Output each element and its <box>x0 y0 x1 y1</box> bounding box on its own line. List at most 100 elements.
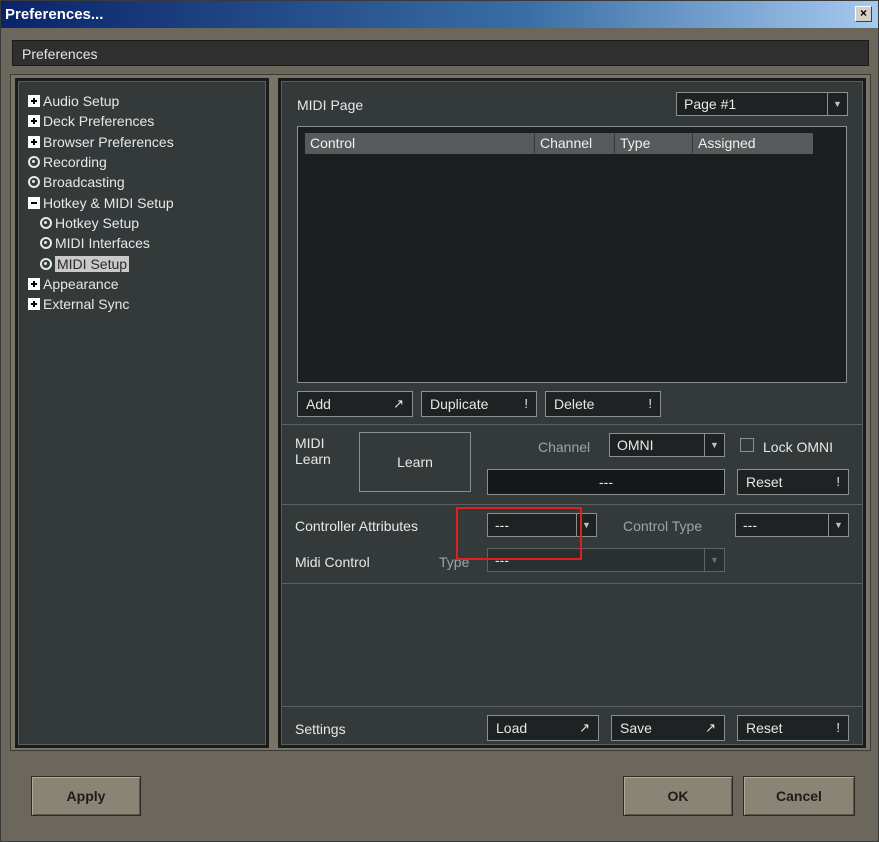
exclamation-icon: ! <box>648 396 652 411</box>
settings-reset-button[interactable]: Reset ! <box>737 715 849 741</box>
load-button-label: Load <box>496 720 528 736</box>
duplicate-button[interactable]: Duplicate ! <box>421 391 537 417</box>
lock-omni-checkbox[interactable] <box>740 438 754 452</box>
exclamation-icon: ! <box>524 396 528 411</box>
learn-value-display: --- <box>487 469 725 495</box>
tree-item-broadcasting[interactable]: Broadcasting <box>28 172 266 192</box>
tree-item-appearance[interactable]: Appearance <box>28 274 266 294</box>
header-bar: Preferences <box>12 40 869 66</box>
add-button-label: Add <box>306 396 331 412</box>
preferences-tree: Audio Setup Deck Preferences Browser Prefe… <box>15 78 269 748</box>
settings-reset-button-label: Reset <box>746 720 783 736</box>
tree-item-label: Broadcasting <box>43 174 125 191</box>
column-channel[interactable]: Channel <box>535 133 615 154</box>
midi-learn-label-line2: Learn <box>295 451 331 467</box>
duplicate-button-label: Duplicate <box>430 396 489 412</box>
settings-label: Settings <box>295 721 346 737</box>
tree-item-label: Browser Preferences <box>43 133 174 150</box>
type-select[interactable]: --- ▼ <box>487 548 725 572</box>
add-button[interactable]: Add ↗ <box>297 391 413 417</box>
channel-select[interactable]: OMNI ▼ <box>609 433 725 457</box>
control-type-value: --- <box>743 517 757 533</box>
tree-item-external-sync[interactable]: External Sync <box>28 294 266 314</box>
list-header: Control Channel Type Assigned <box>305 133 813 154</box>
midi-mapping-list[interactable]: Control Channel Type Assigned <box>297 126 847 383</box>
save-button-label: Save <box>620 720 652 736</box>
window-title: Preferences... <box>5 6 104 23</box>
lock-omni-label: Lock OMNI <box>763 439 834 455</box>
tree-item-deck-preferences[interactable]: Deck Preferences <box>28 111 266 131</box>
exclamation-icon: ! <box>836 474 840 489</box>
midi-learn-label-line1: MIDI <box>295 435 325 451</box>
column-assigned[interactable]: Assigned <box>693 133 813 154</box>
plus-icon[interactable] <box>28 135 40 148</box>
tree-item-label: Appearance <box>43 275 119 292</box>
tree-item-hotkey-midi-setup[interactable]: Hotkey & MIDI Setup <box>28 192 266 212</box>
chevron-down-icon: ▼ <box>827 93 847 115</box>
tree-item-label: Hotkey Setup <box>55 214 140 231</box>
tree-item-recording[interactable]: Recording <box>28 152 266 172</box>
plus-icon[interactable] <box>28 95 40 108</box>
type-select-value: --- <box>495 552 509 568</box>
arrow-up-right-icon: ↗ <box>393 396 404 411</box>
tree-item-label: Audio Setup <box>43 93 120 110</box>
plus-icon[interactable] <box>28 115 40 128</box>
controller-attributes-value: --- <box>495 517 509 533</box>
tree-item-label: Deck Preferences <box>43 113 155 130</box>
midi-learn-label: MIDI Learn <box>295 435 331 467</box>
tree-item-hotkey-setup[interactable]: Hotkey Setup <box>28 213 266 233</box>
control-type-label: Control Type <box>623 518 703 534</box>
learn-reset-button[interactable]: Reset ! <box>737 469 849 495</box>
tree-item-label: External Sync <box>43 296 130 313</box>
plus-icon[interactable] <box>28 298 40 311</box>
section-divider <box>281 706 863 707</box>
page-select-value: Page #1 <box>684 96 737 112</box>
chevron-down-icon: ▼ <box>704 434 724 456</box>
tree-item-audio-setup[interactable]: Audio Setup <box>28 91 266 111</box>
tree-item-label: Recording <box>43 154 107 171</box>
midi-page-label: MIDI Page <box>297 97 364 113</box>
tree-item-label: MIDI Interfaces <box>55 235 150 252</box>
circle-icon <box>28 176 40 189</box>
save-button[interactable]: Save ↗ <box>611 715 725 741</box>
chevron-down-icon: ▼ <box>704 549 724 571</box>
section-divider <box>281 424 863 425</box>
control-type-select[interactable]: --- ▼ <box>735 513 849 537</box>
circle-icon <box>40 216 52 229</box>
close-button[interactable]: × <box>855 6 872 22</box>
arrow-up-right-icon: ↗ <box>705 720 716 735</box>
circle-icon <box>40 237 52 250</box>
circle-icon <box>28 156 40 169</box>
tree-item-midi-setup[interactable]: MIDI Setup <box>28 253 266 273</box>
tree-item-label: MIDI Setup <box>55 255 130 272</box>
tree-item-browser-preferences[interactable]: Browser Preferences <box>28 132 266 152</box>
section-divider <box>281 583 863 584</box>
load-button[interactable]: Load ↗ <box>487 715 599 741</box>
delete-button[interactable]: Delete ! <box>545 391 661 417</box>
tree-item-midi-interfaces[interactable]: MIDI Interfaces <box>28 233 266 253</box>
chevron-down-icon: ▼ <box>576 514 596 536</box>
minus-icon[interactable] <box>28 196 40 209</box>
title-bar: Preferences... × <box>1 1 878 28</box>
preferences-window: Preferences... × Preferences Audio Setup… <box>0 0 879 842</box>
delete-button-label: Delete <box>554 396 595 412</box>
learn-reset-button-label: Reset <box>746 474 783 490</box>
plus-icon[interactable] <box>28 277 40 290</box>
section-divider <box>281 504 863 505</box>
controller-attributes-label: Controller Attributes <box>295 518 418 534</box>
arrow-up-right-icon: ↗ <box>579 720 590 735</box>
circle-icon <box>40 257 52 270</box>
column-control[interactable]: Control <box>305 133 535 154</box>
ok-button[interactable]: OK <box>623 776 733 816</box>
controller-attributes-select[interactable]: --- ▼ <box>487 513 597 537</box>
chevron-down-icon: ▼ <box>828 514 848 536</box>
type-label: Type <box>439 554 470 570</box>
midi-control-label: Midi Control <box>295 554 370 570</box>
column-type[interactable]: Type <box>615 133 693 154</box>
cancel-button[interactable]: Cancel <box>743 776 855 816</box>
exclamation-icon: ! <box>836 720 840 735</box>
learn-button[interactable]: Learn <box>359 432 471 492</box>
tree-item-label: Hotkey & MIDI Setup <box>43 194 174 211</box>
page-select[interactable]: Page #1 ▼ <box>676 92 848 116</box>
apply-button[interactable]: Apply <box>31 776 141 816</box>
